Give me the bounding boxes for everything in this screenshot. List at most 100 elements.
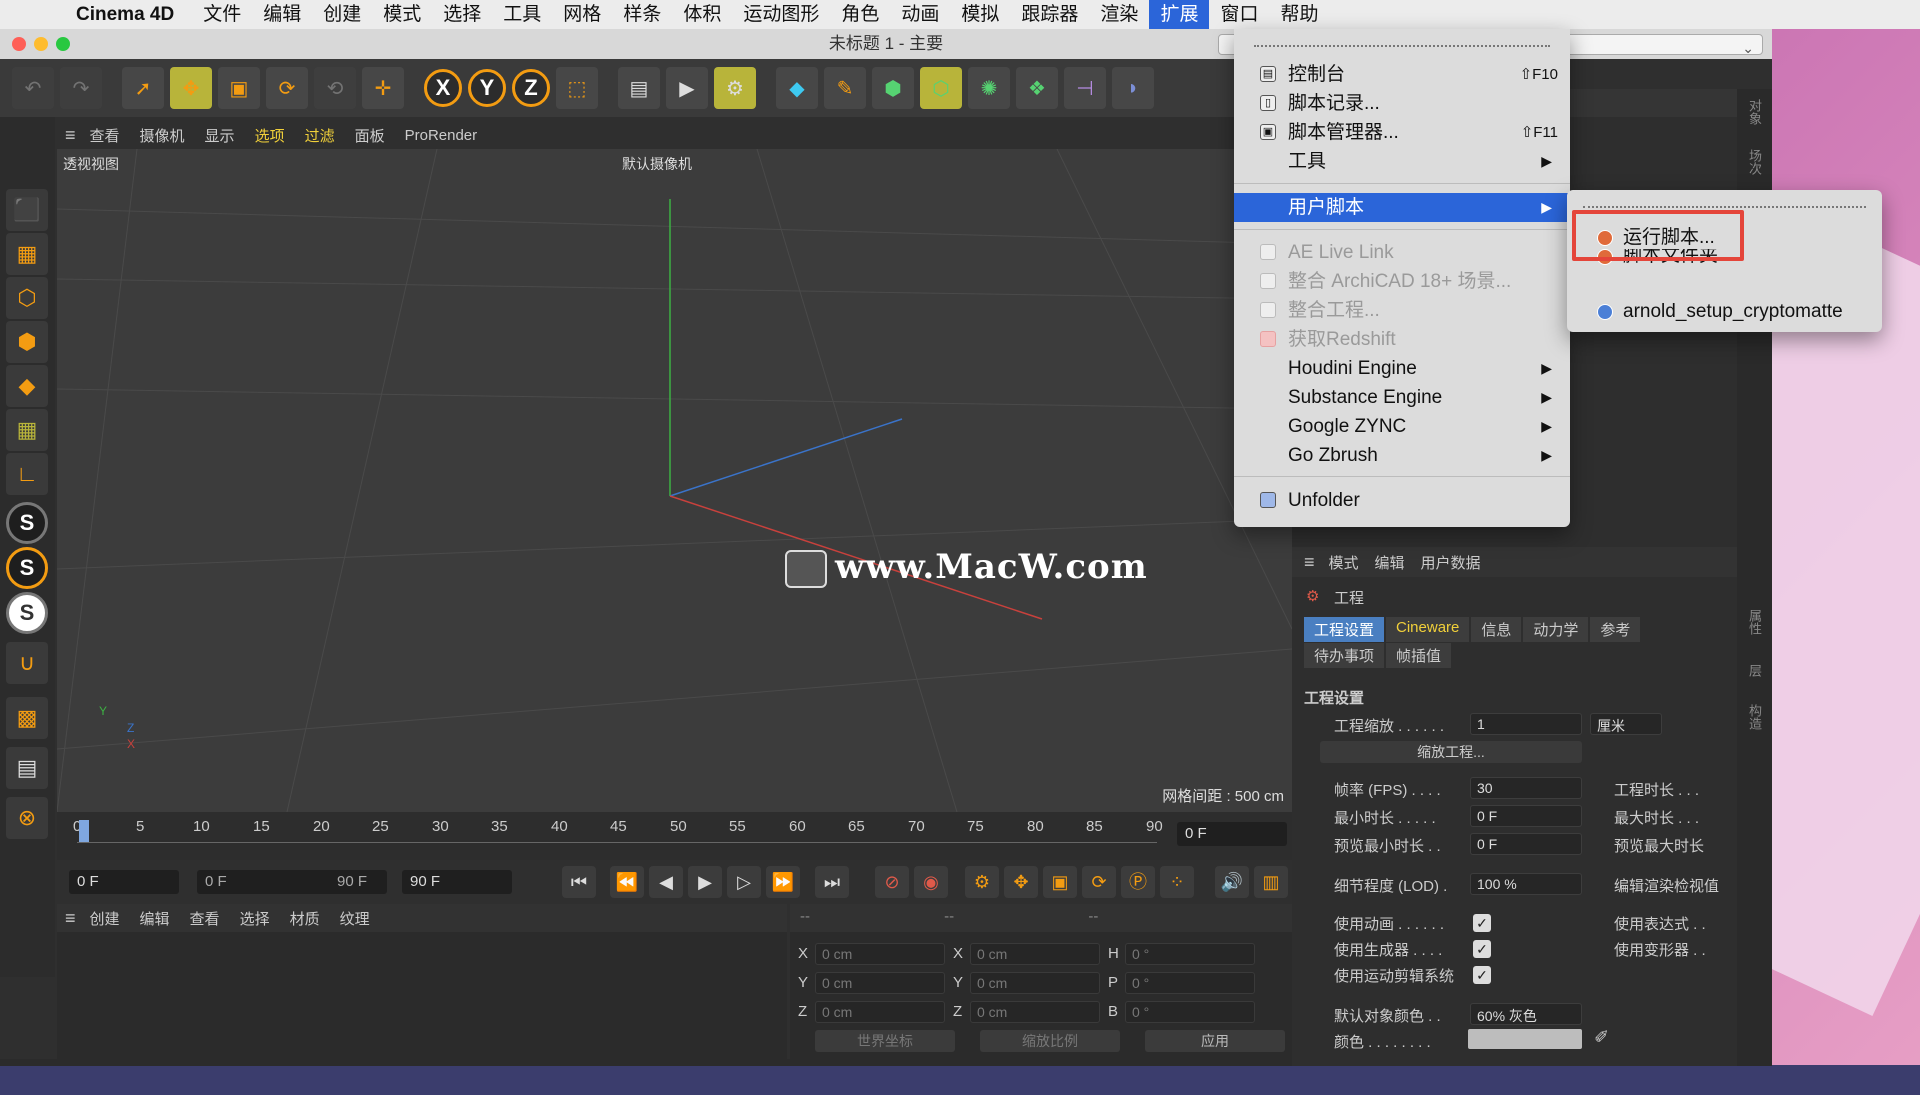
points-mode-icon[interactable]: ⬡ xyxy=(6,277,48,319)
menu-volume[interactable]: 体积 xyxy=(672,0,732,29)
material-menu-create[interactable]: 创建 xyxy=(90,908,120,929)
magnet-icon[interactable]: ∪ xyxy=(6,642,48,684)
key-param-icon[interactable]: Ⓟ xyxy=(1121,866,1155,898)
menu-item-console[interactable]: ▤ 控制台 ⇧F10 xyxy=(1234,60,1570,89)
x-axis-lock-icon[interactable]: X xyxy=(424,69,462,107)
attribute-menu-userdata[interactable]: 用户数据 xyxy=(1421,552,1481,573)
menu-item-merge-project[interactable]: 整合工程... xyxy=(1234,296,1570,325)
texture-mode-icon[interactable]: ▦ xyxy=(6,233,48,275)
scale-y-field[interactable]: 0 cm xyxy=(970,972,1100,994)
edges-mode-icon[interactable]: ⬢ xyxy=(6,321,48,363)
coordinate-system-icon[interactable]: ⬚ xyxy=(556,67,598,109)
cloner-cubes-icon[interactable]: ❖ xyxy=(1016,67,1058,109)
tab-dynamics[interactable]: 动力学 xyxy=(1523,617,1589,642)
attribute-menu-edit[interactable]: 编辑 xyxy=(1375,552,1405,573)
go-to-start-icon[interactable]: ⏮ xyxy=(562,866,596,898)
mograph-cloner-icon[interactable]: ✺ xyxy=(968,67,1010,109)
previous-frame-icon[interactable]: ◀ xyxy=(649,866,683,898)
menu-simulate[interactable]: 模拟 xyxy=(950,0,1010,29)
model-mode-icon[interactable]: ⬛ xyxy=(6,189,48,231)
move-tool-icon[interactable]: ✥ xyxy=(170,67,212,109)
material-menu-select[interactable]: 选择 xyxy=(240,908,270,929)
coordinate-system-select[interactable]: 世界坐标 xyxy=(815,1030,955,1052)
menu-item-script-manager[interactable]: ▣ 脚本管理器... ⇧F11 xyxy=(1234,118,1570,147)
tab-interpolation[interactable]: 帧插值 xyxy=(1386,643,1452,668)
menu-item-arnold-setup-cryptomatte[interactable]: arnold_setup_cryptomatte xyxy=(1567,297,1882,326)
apply-button[interactable]: 应用 xyxy=(1145,1030,1285,1052)
position-x-field[interactable]: 0 cm xyxy=(815,943,945,965)
extrude-icon[interactable]: ⬡ xyxy=(920,67,962,109)
material-menu-edit[interactable]: 编辑 xyxy=(140,908,170,929)
rotation-p-field[interactable]: 0 ° xyxy=(1125,972,1255,994)
deformer-icon[interactable]: ⊣ xyxy=(1064,67,1106,109)
uv-mode-icon[interactable]: ▦ xyxy=(6,409,48,451)
position-z-field[interactable]: 0 cm xyxy=(815,1001,945,1023)
material-menu-view[interactable]: 查看 xyxy=(190,908,220,929)
z-axis-lock-icon[interactable]: Z xyxy=(512,69,550,107)
scale-project-button[interactable]: 缩放工程... xyxy=(1320,741,1582,763)
rotate-tool-icon[interactable]: ⟳ xyxy=(266,67,308,109)
project-scale-unit-select[interactable]: 厘米 xyxy=(1590,713,1662,735)
quantize-icon[interactable]: S xyxy=(6,592,48,634)
scene-icon[interactable]: ◗ xyxy=(1112,67,1154,109)
menu-item-substance-engine[interactable]: Substance Engine ▶ xyxy=(1234,383,1570,412)
psr-icon[interactable]: ⟲ xyxy=(314,67,356,109)
viewport-menu-prorender[interactable]: ProRender xyxy=(405,127,478,144)
tab-attributes[interactable]: 属性 xyxy=(1745,609,1764,635)
tab-layers[interactable]: 层 xyxy=(1745,664,1764,677)
menu-tools[interactable]: 工具 xyxy=(492,0,552,29)
tab-cineware[interactable]: Cineware xyxy=(1386,617,1470,642)
perspective-viewport[interactable]: 透视视图 默认摄像机 Y Z X www.MacW.com 网格间距 : 500… xyxy=(57,149,1292,812)
menu-create[interactable]: 创建 xyxy=(312,0,372,29)
start-frame-field[interactable]: 0 F xyxy=(69,870,179,894)
menu-item-archicad[interactable]: 整合 ArchiCAD 18+ 场景... xyxy=(1234,267,1570,296)
menu-animation[interactable]: 动画 xyxy=(890,0,950,29)
viewport-menu-view[interactable]: 查看 xyxy=(90,125,120,146)
subdivision-icon[interactable]: ⬢ xyxy=(872,67,914,109)
use-generators-checkbox[interactable]: ✓ xyxy=(1473,940,1491,958)
menu-item-unfolder[interactable]: Unfolder xyxy=(1234,486,1570,515)
tab-info[interactable]: 信息 xyxy=(1471,617,1522,642)
scale-mode-select[interactable]: 缩放比例 xyxy=(980,1030,1120,1052)
use-animation-checkbox[interactable]: ✓ xyxy=(1473,914,1491,932)
scale-z-field[interactable]: 0 cm xyxy=(970,1001,1100,1023)
undo-icon[interactable]: ↶ xyxy=(12,67,54,109)
menu-item-script-log[interactable]: ▯ 脚本记录... xyxy=(1234,89,1570,118)
tab-todo[interactable]: 待办事项 xyxy=(1304,643,1385,668)
menu-mode[interactable]: 模式 xyxy=(372,0,432,29)
fps-field[interactable]: 30 xyxy=(1470,777,1582,799)
min-time-field[interactable]: 0 F xyxy=(1470,805,1582,827)
menu-window[interactable]: 窗口 xyxy=(1209,0,1269,29)
attribute-menu-mode[interactable]: 模式 xyxy=(1329,552,1359,573)
eyedropper-icon[interactable]: ✐ xyxy=(1594,1027,1609,1048)
scale-x-field[interactable]: 0 cm xyxy=(970,943,1100,965)
viewport-menu-panel[interactable]: 面板 xyxy=(355,125,385,146)
menu-edit[interactable]: 编辑 xyxy=(252,0,312,29)
menu-item-tools[interactable]: 工具 ▶ xyxy=(1234,147,1570,176)
use-motion-system-checkbox[interactable]: ✓ xyxy=(1473,966,1491,984)
workplane-settings-icon[interactable]: ⊗ xyxy=(6,797,48,839)
menu-file[interactable]: 文件 xyxy=(192,0,252,29)
project-scale-field[interactable]: 1 xyxy=(1470,713,1582,735)
hamburger-icon[interactable]: ≡ xyxy=(1304,552,1315,573)
menu-render[interactable]: 渲染 xyxy=(1089,0,1149,29)
rotation-h-field[interactable]: 0 ° xyxy=(1125,943,1255,965)
next-key-icon[interactable]: ⏩ xyxy=(766,866,800,898)
menu-item-get-redshift[interactable]: 获取Redshift xyxy=(1234,325,1570,354)
timeline-ruler[interactable]: 0 5 10 15 20 25 30 35 40 45 50 55 60 65 … xyxy=(57,812,1292,860)
hamburger-icon[interactable]: ≡ xyxy=(65,125,76,146)
redo-icon[interactable]: ↷ xyxy=(60,67,102,109)
viewport-menu-display[interactable]: 显示 xyxy=(205,125,235,146)
tab-reference[interactable]: 参考 xyxy=(1590,617,1641,642)
key-pla-icon[interactable]: ⁘ xyxy=(1160,866,1194,898)
pen-spline-icon[interactable]: ✎ xyxy=(824,67,866,109)
default-object-color-select[interactable]: 60% 灰色 xyxy=(1470,1003,1582,1025)
select-tool-icon[interactable]: ➚ xyxy=(122,67,164,109)
menu-mesh[interactable]: 网格 xyxy=(552,0,612,29)
keyframe-selection-icon[interactable]: ⚙ xyxy=(965,866,999,898)
position-y-field[interactable]: 0 cm xyxy=(815,972,945,994)
workplane-icon[interactable]: ▩ xyxy=(6,697,48,739)
tab-project-settings[interactable]: 工程设置 xyxy=(1304,617,1385,642)
menu-item-user-scripts[interactable]: 用户脚本 ▶ xyxy=(1234,193,1570,222)
next-frame-icon[interactable]: ▷ xyxy=(727,866,761,898)
